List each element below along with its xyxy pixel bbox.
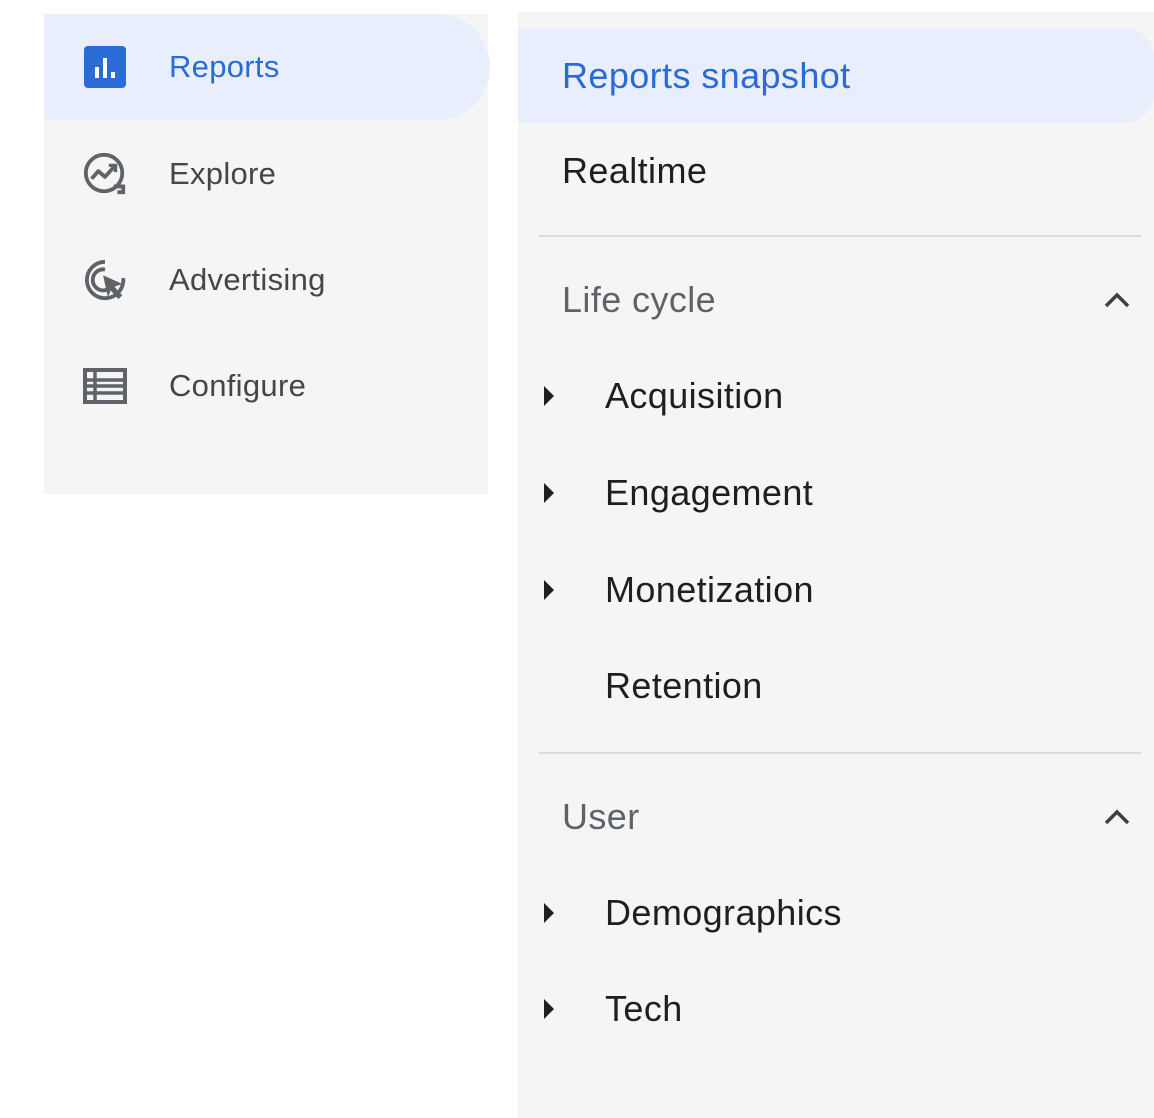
- ad-cursor-icon: [82, 257, 128, 303]
- analytics-navigation: Reports Explore Advertising Configure Re…: [0, 0, 1154, 1118]
- bar-chart-icon: [82, 44, 128, 90]
- chevron-up-icon[interactable]: [1102, 285, 1132, 315]
- reports-nav-panel: Reports snapshot Realtime Life cycle Acq…: [518, 12, 1154, 1118]
- caret-right-icon[interactable]: [542, 483, 556, 503]
- nav-item-retention[interactable]: Retention: [518, 641, 1154, 731]
- tech-label: Tech: [605, 988, 683, 1029]
- section-divider: [539, 752, 1141, 754]
- nav-item-reports[interactable]: Reports: [44, 14, 490, 120]
- caret-right-icon[interactable]: [542, 580, 556, 600]
- nav-item-engagement[interactable]: Engagement: [518, 448, 1154, 538]
- nav-label-configure: Configure: [169, 368, 307, 403]
- retention-label: Retention: [605, 665, 763, 706]
- monetization-label: Monetization: [605, 569, 814, 610]
- nav-label-explore: Explore: [169, 156, 277, 191]
- realtime-label: Realtime: [562, 150, 708, 191]
- nav-item-tech[interactable]: Tech: [518, 964, 1154, 1054]
- caret-right-icon[interactable]: [542, 999, 556, 1019]
- nav-item-explore[interactable]: Explore: [44, 121, 488, 227]
- chevron-up-icon[interactable]: [1102, 802, 1132, 832]
- nav-item-configure[interactable]: Configure: [44, 333, 488, 439]
- left-nav-rail: Reports Explore Advertising Configure: [44, 14, 490, 494]
- section-header-user[interactable]: User: [518, 772, 1154, 862]
- nav-label-advertising: Advertising: [169, 262, 326, 297]
- caret-right-icon[interactable]: [542, 903, 556, 923]
- nav-item-advertising[interactable]: Advertising: [44, 227, 488, 333]
- nav-item-acquisition[interactable]: Acquisition: [518, 351, 1154, 441]
- caret-right-icon[interactable]: [542, 386, 556, 406]
- engagement-label: Engagement: [605, 472, 814, 513]
- reports-snapshot-link[interactable]: Reports snapshot: [518, 28, 1154, 123]
- section-header-life-cycle[interactable]: Life cycle: [518, 255, 1154, 345]
- nav-label-reports: Reports: [169, 49, 280, 84]
- demographics-label: Demographics: [605, 892, 842, 933]
- acquisition-label: Acquisition: [605, 375, 784, 416]
- nav-item-monetization[interactable]: Monetization: [518, 545, 1154, 635]
- reports-snapshot-label: Reports snapshot: [562, 54, 851, 96]
- section-title-user: User: [562, 796, 640, 837]
- realtime-link[interactable]: Realtime: [518, 126, 1154, 216]
- section-divider: [539, 235, 1141, 237]
- nav-item-demographics[interactable]: Demographics: [518, 868, 1154, 958]
- list-table-icon: [82, 363, 128, 409]
- explore-trend-icon: [82, 151, 128, 197]
- section-title-life-cycle: Life cycle: [562, 279, 717, 320]
